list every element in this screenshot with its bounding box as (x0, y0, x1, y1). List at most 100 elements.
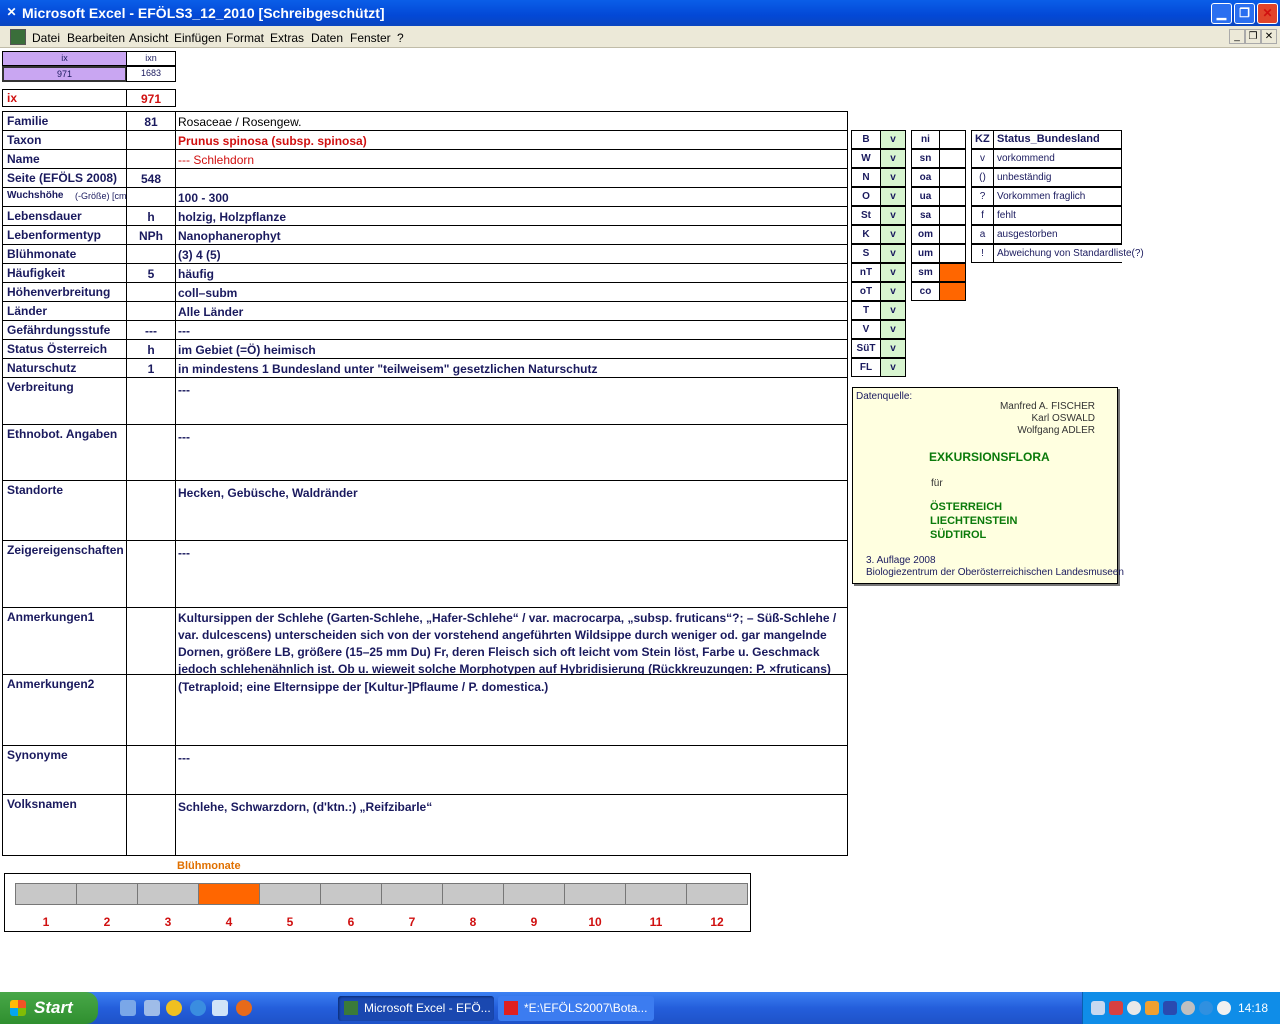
code-cell[interactable]: NPh (126, 225, 176, 245)
hoehenstufe-code[interactable]: ni (911, 130, 940, 149)
bundesland-code[interactable]: K (851, 225, 881, 244)
label-cell[interactable]: Zeigereigenschaften (2, 540, 127, 608)
volume-icon[interactable] (1181, 1001, 1195, 1015)
code-cell[interactable]: 1 (126, 358, 176, 378)
label-cell[interactable]: Familie (2, 111, 127, 131)
desktop-icon[interactable] (120, 1000, 136, 1016)
bundesland-code[interactable]: S (851, 244, 881, 263)
menu-extras[interactable]: Extras (270, 31, 304, 45)
text-cell[interactable]: (3) 4 (5) (175, 244, 848, 264)
ix-header-cell[interactable]: ix (2, 51, 127, 66)
code-cell[interactable] (126, 480, 176, 541)
bundesland-status[interactable]: v (880, 263, 906, 282)
bundesland-code[interactable]: N (851, 168, 881, 187)
code-cell[interactable]: 548 (126, 168, 176, 188)
label-cell[interactable]: Anmerkungen1 (2, 607, 127, 675)
hoehenstufe-mark[interactable] (939, 244, 966, 263)
outlook-icon[interactable] (212, 1000, 228, 1016)
label-cell[interactable]: Verbreitung (2, 377, 127, 425)
bundesland-status[interactable]: v (880, 206, 906, 225)
code-cell[interactable] (126, 377, 176, 425)
ix-big-value-cell[interactable]: 971 (126, 89, 176, 107)
doc-close-button[interactable]: ✕ (1261, 29, 1277, 44)
shield-icon[interactable] (1163, 1001, 1177, 1015)
ixn-header-cell[interactable]: ixn (126, 51, 176, 66)
text-cell[interactable]: --- (175, 745, 848, 795)
hoehenstufe-mark[interactable] (939, 263, 966, 282)
hoehenstufe-mark[interactable] (939, 130, 966, 149)
text-cell[interactable]: --- (175, 424, 848, 481)
code-cell[interactable]: h (126, 206, 176, 226)
code-cell[interactable] (126, 149, 176, 169)
bundesland-code[interactable]: SüT (851, 339, 881, 358)
ie-icon[interactable] (190, 1000, 206, 1016)
label-cell[interactable]: Standorte (2, 480, 127, 541)
label-cell[interactable]: Synonyme (2, 745, 127, 795)
security-icon[interactable] (1109, 1001, 1123, 1015)
network-icon[interactable] (1091, 1001, 1105, 1015)
text-cell[interactable]: --- (175, 377, 848, 425)
hoehenstufe-mark[interactable] (939, 206, 966, 225)
code-cell[interactable] (126, 674, 176, 746)
code-cell[interactable]: --- (126, 320, 176, 340)
code-cell[interactable] (126, 130, 176, 150)
bundesland-code[interactable]: V (851, 320, 881, 339)
menu-format[interactable]: Format (226, 31, 264, 45)
code-cell[interactable]: h (126, 339, 176, 359)
text-cell[interactable]: 100 - 300 (175, 187, 848, 207)
alert-icon[interactable] (1145, 1001, 1159, 1015)
code-cell[interactable] (126, 540, 176, 608)
code-cell[interactable]: 81 (126, 111, 176, 131)
info-icon[interactable] (1199, 1001, 1213, 1015)
bundesland-code[interactable]: nT (851, 263, 881, 282)
text-cell[interactable]: (Tetraploid; eine Elternsippe der [Kultu… (175, 674, 848, 746)
hoehenstufe-code[interactable]: co (911, 282, 940, 301)
menu-help[interactable]: ? (397, 31, 404, 45)
text-cell[interactable]: coll–subm (175, 282, 848, 302)
label-cell[interactable]: Ethnobot. Angaben (2, 424, 127, 481)
ix-label-cell[interactable]: ix (2, 89, 127, 107)
label-cell[interactable]: Wuchshöhe (-Größe) [cm] (2, 187, 127, 207)
bundesland-code[interactable]: oT (851, 282, 881, 301)
bundesland-status[interactable]: v (880, 339, 906, 358)
bundesland-status[interactable]: v (880, 187, 906, 206)
text-cell[interactable]: holzig, Holzpflanze (175, 206, 848, 226)
bundesland-status[interactable]: v (880, 282, 906, 301)
text-cell[interactable]: --- (175, 320, 848, 340)
bundesland-code[interactable]: B (851, 130, 881, 149)
bundesland-status[interactable]: v (880, 130, 906, 149)
hoehenstufe-code[interactable]: sm (911, 263, 940, 282)
label-cell[interactable]: Länder (2, 301, 127, 321)
menu-fenster[interactable]: Fenster (350, 31, 391, 45)
hoehenstufe-mark[interactable] (939, 225, 966, 244)
bundesland-status[interactable]: v (880, 320, 906, 339)
bundesland-code[interactable]: St (851, 206, 881, 225)
hoehenstufe-mark[interactable] (939, 282, 966, 301)
label-cell[interactable]: Seite (EFÖLS 2008) (2, 168, 127, 188)
code-cell[interactable] (126, 424, 176, 481)
text-cell[interactable]: im Gebiet (=Ö) heimisch (175, 339, 848, 359)
bundesland-status[interactable]: v (880, 225, 906, 244)
label-cell[interactable]: Anmerkungen2 (2, 674, 127, 746)
hoehenstufe-mark[interactable] (939, 149, 966, 168)
doc-minimize-button[interactable]: _ (1229, 29, 1245, 44)
code-cell[interactable] (126, 745, 176, 795)
hoehenstufe-code[interactable]: sa (911, 206, 940, 225)
restore-button[interactable]: ❐ (1234, 3, 1255, 24)
code-cell[interactable] (126, 607, 176, 675)
code-cell[interactable] (126, 187, 176, 207)
label-cell[interactable]: Taxon (2, 130, 127, 150)
menu-daten[interactable]: Daten (311, 31, 343, 45)
text-cell[interactable]: Hecken, Gebüsche, Waldränder (175, 480, 848, 541)
text-cell[interactable]: in mindestens 1 Bundesland unter "teilwe… (175, 358, 848, 378)
bundesland-code[interactable]: W (851, 149, 881, 168)
bundesland-status[interactable]: v (880, 244, 906, 263)
bundesland-status[interactable]: v (880, 358, 906, 377)
text-cell[interactable]: Rosaceae / Rosengew. (175, 111, 848, 131)
bundesland-code[interactable]: O (851, 187, 881, 206)
text-cell[interactable]: Nanophanerophyt (175, 225, 848, 245)
worksheet[interactable]: ix ixn 971 1683 ix 971 Familie 81 Rosaceae… (0, 48, 1280, 992)
text-cell[interactable]: Kultursippen der Schlehe (Garten-Schlehe… (175, 607, 848, 675)
label-cell[interactable]: Status Österreich (2, 339, 127, 359)
text-cell[interactable]: Alle Länder (175, 301, 848, 321)
